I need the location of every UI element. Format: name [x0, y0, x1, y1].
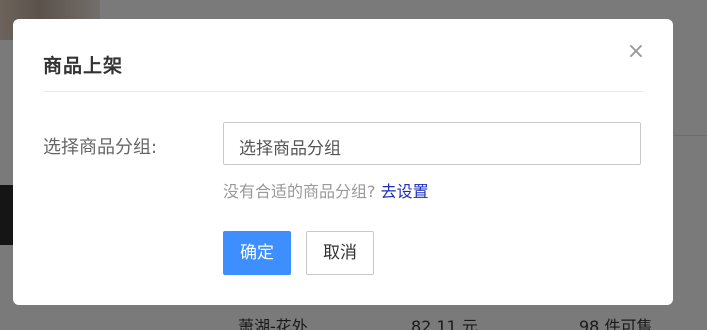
title-divider — [43, 91, 643, 92]
group-hint-text: 没有合适的商品分组? — [223, 182, 376, 201]
shelve-product-dialog: 商品上架 × 选择商品分组: 选择商品分组 没有合适的商品分组? 去设置 确定 … — [13, 19, 673, 305]
confirm-button[interactable]: 确定 — [223, 231, 291, 275]
go-settings-link[interactable]: 去设置 — [381, 182, 429, 201]
product-group-select[interactable]: 选择商品分组 — [223, 122, 641, 165]
product-group-select-placeholder: 选择商品分组 — [239, 139, 341, 159]
dialog-title: 商品上架 — [43, 55, 124, 77]
page: 萧湖-花外 82.11 元 98 件可售 商品上架 × 选择商品分组: 选择商品… — [0, 0, 707, 330]
cancel-button[interactable]: 取消 — [306, 231, 374, 275]
close-icon[interactable]: × — [625, 41, 647, 63]
product-group-label: 选择商品分组: — [43, 137, 158, 158]
group-hint: 没有合适的商品分组? 去设置 — [223, 178, 429, 202]
